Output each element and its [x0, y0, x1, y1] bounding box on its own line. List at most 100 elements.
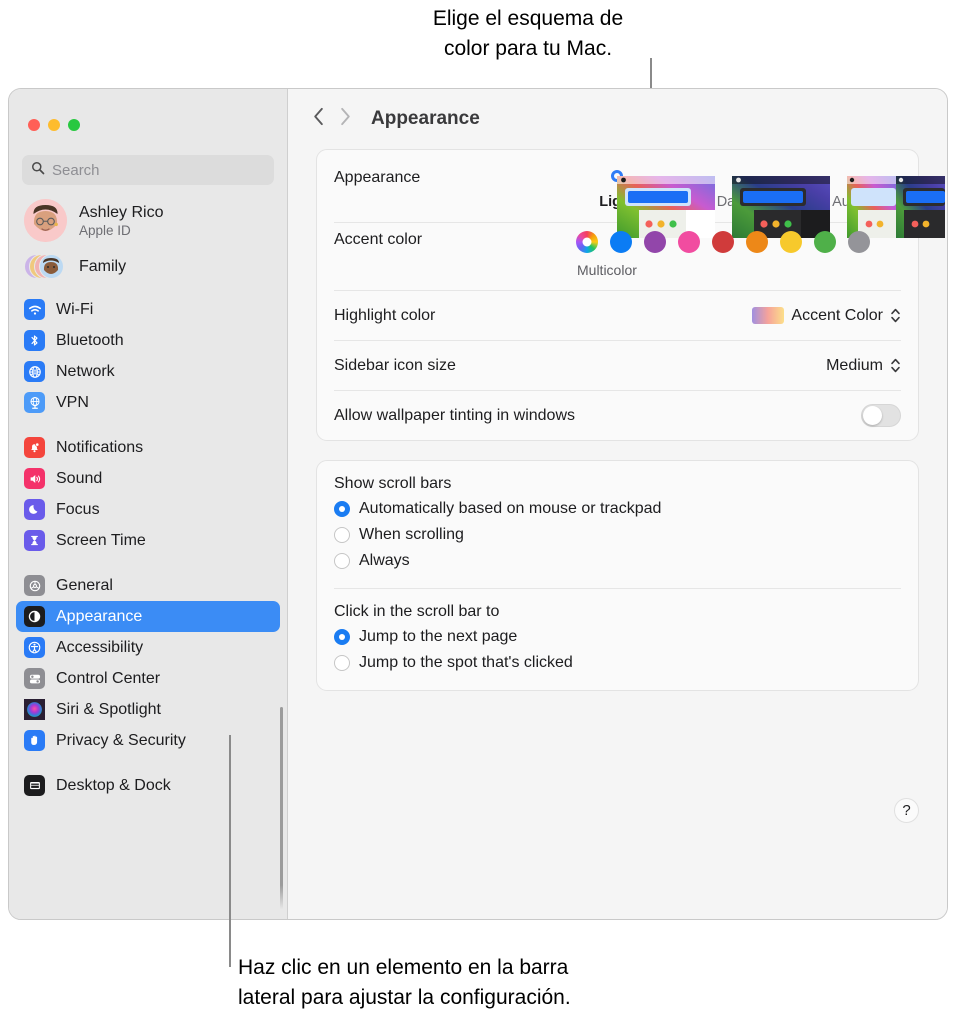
sidebar-item-siri-spotlight[interactable]: Siri & Spotlight — [16, 694, 280, 725]
radio-option-always[interactable]: Always — [334, 548, 901, 574]
moon-icon — [24, 499, 45, 520]
radio-label: Always — [359, 552, 410, 569]
sidebar-scrollbar[interactable] — [280, 707, 283, 919]
minimize-button[interactable] — [48, 119, 60, 131]
accent-swatch-multicolor[interactable] — [576, 231, 598, 253]
accent-swatch-green[interactable] — [814, 231, 836, 253]
sidebar-item-appearance[interactable]: Appearance — [16, 601, 280, 632]
window-controls — [9, 89, 287, 131]
sidebar-item-label: Siri & Spotlight — [56, 700, 161, 718]
back-button[interactable] — [313, 107, 325, 131]
accent-color-name: Multicolor — [577, 262, 637, 278]
vpn-icon — [24, 392, 45, 413]
close-button[interactable] — [28, 119, 40, 131]
globe-icon — [24, 361, 45, 382]
accent-swatch-red[interactable] — [712, 231, 734, 253]
sidebar-icon-size-label: Sidebar icon size — [334, 356, 456, 374]
family-avatars — [24, 251, 67, 282]
wallpaper-tinting-label: Allow wallpaper tinting in windows — [334, 406, 576, 424]
family-row[interactable]: Family — [9, 242, 287, 282]
radio-option-automatic[interactable]: Automatically based on mouse or trackpad — [334, 496, 901, 522]
highlight-color-swatch — [752, 307, 785, 324]
account-name: Ashley Rico — [79, 203, 164, 221]
callout-top-text: Elige el esquema de color para tu Mac. — [432, 7, 624, 60]
highlight-color-label: Highlight color — [334, 306, 436, 324]
sidebar-icon-size-picker[interactable]: Medium — [826, 357, 901, 375]
callout-bottom-text: Haz clic en un elemento en la barra late… — [238, 956, 571, 1009]
account-subtitle: Apple ID — [79, 222, 131, 238]
radio-label: Jump to the next page — [359, 628, 518, 645]
radio-label: Automatically based on mouse or trackpad — [359, 500, 662, 517]
siri-icon — [24, 699, 45, 720]
search-input[interactable] — [52, 161, 265, 179]
radio-button[interactable] — [334, 655, 350, 671]
sidebar-icon-size-value: Medium — [826, 356, 883, 374]
sidebar-item-screen-time[interactable]: Screen Time — [16, 525, 280, 556]
sidebar-group: Wi-Fi Bluetooth Network VPN — [9, 294, 287, 418]
sidebar-item-label: Bluetooth — [56, 331, 124, 349]
accent-swatch-orange[interactable] — [746, 231, 768, 253]
sidebar-icon-size-row: Sidebar icon size Medium — [317, 341, 918, 390]
highlight-color-picker[interactable]: Accent Color — [752, 307, 901, 325]
accent-color-row: Accent color Multicolor — [317, 223, 918, 290]
appearance-label: Appearance — [334, 169, 421, 186]
accent-swatch-graphite[interactable] — [848, 231, 870, 253]
appearance-thumb-ring[interactable] — [841, 170, 945, 238]
accent-swatch-purple[interactable] — [644, 231, 666, 253]
appearance-option-light[interactable]: Light — [568, 169, 715, 238]
sidebar-item-label: Desktop & Dock — [56, 776, 171, 794]
radio-label: Jump to the spot that's clicked — [359, 654, 573, 671]
appearance-thumb-ring[interactable] — [726, 170, 830, 238]
settings-panels: Appearance Accent color Multicolor Highl… — [288, 149, 947, 691]
sidebar: Ashley Rico Apple ID — [9, 89, 288, 919]
radio-option-when-scrolling[interactable]: When scrolling — [334, 522, 901, 548]
sidebar-item-vpn[interactable]: VPN — [16, 387, 280, 418]
sidebar-item-notifications[interactable]: Notifications — [16, 432, 280, 463]
page-title: Appearance — [371, 108, 480, 129]
sidebar-item-label: VPN — [56, 393, 89, 411]
accent-swatch-blue[interactable] — [610, 231, 632, 253]
sidebar-item-focus[interactable]: Focus — [16, 494, 280, 525]
radio-button[interactable] — [334, 501, 350, 517]
sidebar-group: Desktop & Dock — [9, 770, 287, 801]
account-row[interactable]: Ashley Rico Apple ID — [9, 185, 287, 242]
appearance-card: Appearance Accent color Multicolor Highl… — [316, 149, 945, 441]
accent-color-label: Accent color — [334, 231, 423, 248]
sidebar-item-label: Appearance — [56, 607, 143, 625]
toggle-knob — [863, 406, 882, 425]
sidebar-fade — [9, 885, 287, 919]
forward-button[interactable] — [339, 107, 351, 131]
accessibility-icon — [24, 637, 45, 658]
accent-swatch-yellow[interactable] — [780, 231, 802, 253]
bluetooth-icon — [24, 330, 45, 351]
wallpaper-tinting-toggle[interactable] — [861, 404, 901, 427]
speaker-icon — [24, 468, 45, 489]
accent-swatch-pink[interactable] — [678, 231, 700, 253]
sidebar-item-accessibility[interactable]: Accessibility — [16, 632, 280, 663]
appearance-thumb-ring[interactable] — [611, 170, 715, 238]
sidebar-item-wi-fi[interactable]: Wi-Fi — [16, 294, 280, 325]
scroll-bar-click-title: Click in the scroll bar to — [334, 603, 500, 620]
sidebar-item-network[interactable]: Network — [16, 356, 280, 387]
help-button[interactable]: ? — [894, 798, 919, 823]
radio-button[interactable] — [334, 527, 350, 543]
sidebar-item-label: Control Center — [56, 669, 161, 687]
zoom-button[interactable] — [68, 119, 80, 131]
sidebar-item-label: Screen Time — [56, 531, 146, 549]
radio-button[interactable] — [334, 553, 350, 569]
radio-option-next-page[interactable]: Jump to the next page — [334, 624, 901, 650]
bell-icon — [24, 437, 45, 458]
search-field[interactable] — [22, 155, 274, 185]
scroll-bars-card: Show scroll bars Automatically based on … — [316, 460, 919, 691]
sidebar-item-privacy-security[interactable]: Privacy & Security — [16, 725, 280, 756]
wifi-icon — [24, 299, 45, 320]
sidebar-item-desktop-dock[interactable]: Desktop & Dock — [16, 770, 280, 801]
sidebar-item-bluetooth[interactable]: Bluetooth — [16, 325, 280, 356]
sidebar-item-general[interactable]: General — [16, 570, 280, 601]
sidebar-item-label: Network — [56, 362, 115, 380]
sidebar-item-control-center[interactable]: Control Center — [16, 663, 280, 694]
radio-option-spot-clicked[interactable]: Jump to the spot that's clicked — [334, 650, 901, 676]
sidebar-group: General Appearance Accessibility Control… — [9, 570, 287, 756]
sidebar-item-sound[interactable]: Sound — [16, 463, 280, 494]
radio-button[interactable] — [334, 629, 350, 645]
